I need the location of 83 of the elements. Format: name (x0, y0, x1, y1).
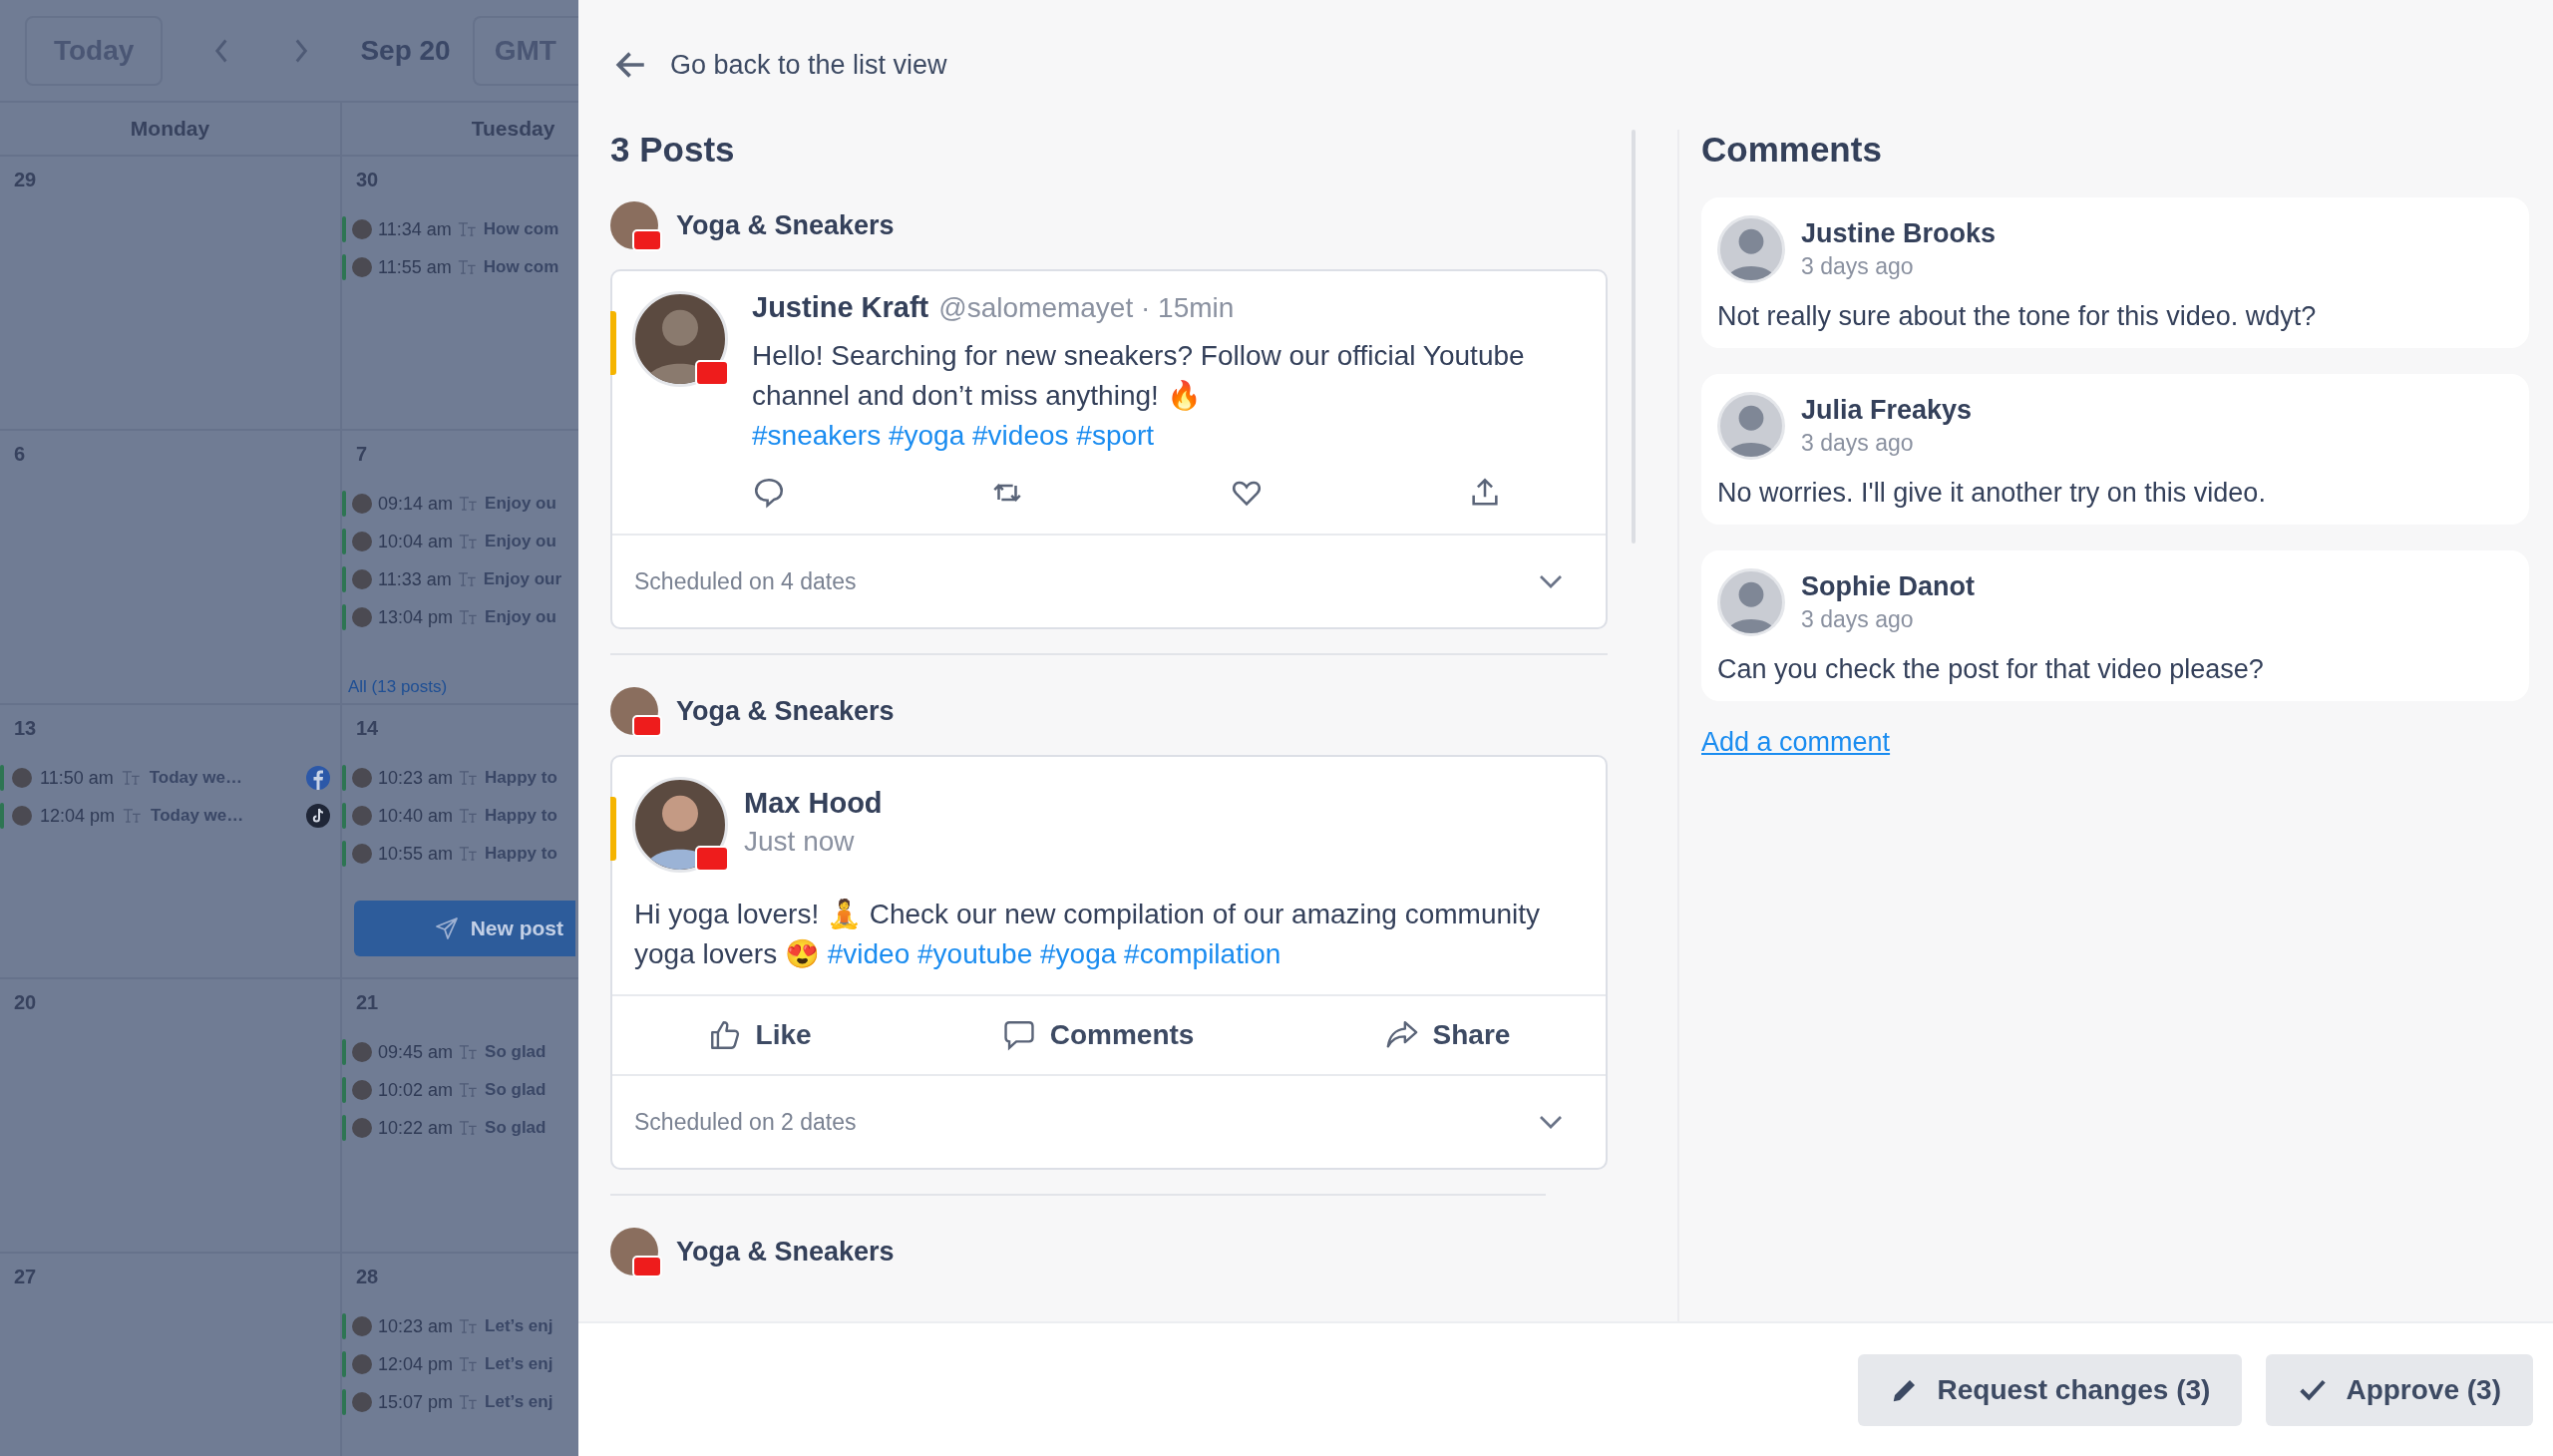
text-format-icon (459, 534, 480, 549)
account-name: Yoga & Sneakers (676, 1236, 895, 1268)
text-format-icon (459, 609, 480, 625)
facebook-icon (306, 766, 330, 790)
approve-button[interactable]: Approve (3) (2266, 1353, 2533, 1426)
new-post-button[interactable]: New post (354, 901, 575, 956)
author-name: Justine Kraft (752, 291, 929, 324)
schedule-dropdown[interactable]: Scheduled on 4 dates (612, 534, 1606, 627)
commenter-name: Julia Freakys (1801, 395, 1973, 426)
text-format-icon (459, 496, 480, 512)
text-format-icon (459, 1082, 480, 1098)
account-name: Yoga & Sneakers (676, 209, 895, 241)
day-number: 21 (356, 991, 380, 1015)
avatar-icon (352, 1080, 372, 1100)
day-number: 30 (356, 169, 380, 192)
avatar-icon (12, 768, 32, 788)
add-comment-link[interactable]: Add a comment (1701, 727, 1891, 757)
account-name: Yoga & Sneakers (676, 695, 895, 727)
request-changes-button[interactable]: Request changes (3) (1857, 1353, 2243, 1426)
text-format-icon (459, 846, 480, 862)
text-format-icon (121, 770, 142, 786)
avatar-icon (352, 768, 372, 788)
avatar-icon (352, 1316, 372, 1336)
day-number: 27 (14, 1266, 38, 1289)
avatar-icon (12, 806, 32, 826)
text-format-icon (459, 1356, 480, 1372)
all-posts-link[interactable]: All (13 posts) (348, 677, 448, 697)
text-format-icon (459, 1044, 480, 1060)
share-button[interactable]: Share (1378, 1017, 1517, 1053)
paper-plane-icon (434, 916, 459, 940)
like-button[interactable]: Like (701, 1017, 818, 1053)
comment-text: No worries. I'll give it another try on this video. (1717, 478, 2267, 509)
avatar-icon (352, 1042, 372, 1062)
day-number: 13 (14, 717, 38, 741)
speech-bubble-icon (1001, 1018, 1036, 1052)
text-format-icon (459, 1318, 480, 1334)
day-number: 6 (14, 443, 27, 467)
post-time: Just now (744, 826, 856, 858)
schedule-dropdown[interactable]: Scheduled on 2 dates (612, 1074, 1606, 1168)
reply-icon[interactable] (752, 476, 786, 510)
author-name: Max Hood (744, 787, 883, 820)
comment-time: 3 days ago (1801, 430, 1915, 457)
avatar-icon (352, 532, 372, 551)
comment-text: Can you check the post for that video please? (1717, 654, 2265, 685)
day-header: Tuesday (471, 117, 555, 141)
tiktok-icon (306, 804, 330, 828)
text-format-icon (457, 221, 478, 237)
comment-time: 3 days ago (1801, 253, 1915, 280)
avatar-icon (352, 494, 372, 514)
text-format-icon (123, 808, 144, 824)
text-format-icon (459, 1120, 480, 1136)
post-text: Hello! Searching for new sneakers? Follow our official Youtube channel and don’t miss anything! 🔥 (752, 339, 1526, 413)
commenter-name: Justine Brooks (1801, 218, 1997, 249)
hashtags: #sneakers #yoga #videos #sport (752, 419, 1156, 453)
avatar-icon (352, 1118, 372, 1138)
day-number: 29 (14, 169, 38, 192)
posts-heading: 3 Posts (610, 130, 736, 171)
comments-button[interactable]: Comments (995, 1017, 1201, 1053)
text-format-icon (459, 808, 480, 824)
text-format-icon (457, 259, 478, 275)
avatar-icon (352, 1354, 372, 1374)
day-number: 20 (14, 991, 38, 1015)
day-header: Monday (130, 117, 210, 141)
avatar-icon (352, 569, 372, 589)
post-meta: @salomemayet · 15min (938, 292, 1235, 324)
text-format-icon (457, 571, 478, 587)
back-link[interactable]: Go back to the list view (614, 48, 947, 82)
post-text: Hi yoga lovers! 🧘 Check our new compilation of our amazing community yoga lovers 😍 #video #youtube #yoga #compilation (612, 895, 1606, 996)
avatar-icon (352, 607, 372, 627)
comment-time: 3 days ago (1801, 606, 1915, 633)
avatar-icon (352, 257, 372, 277)
day-number: 7 (356, 443, 369, 467)
comments-heading: Comments (1701, 130, 1883, 171)
day-number: 14 (356, 717, 380, 741)
day-number: 28 (356, 1266, 380, 1289)
avatar-icon (352, 806, 372, 826)
avatar-icon (352, 219, 372, 239)
text-format-icon (459, 1394, 480, 1410)
text-format-icon (459, 770, 480, 786)
avatar-icon (352, 844, 372, 864)
comment-text: Not really sure about the tone for this video. wdyt? (1717, 301, 2318, 332)
commenter-name: Sophie Danot (1801, 571, 1975, 602)
avatar-icon (352, 1392, 372, 1412)
